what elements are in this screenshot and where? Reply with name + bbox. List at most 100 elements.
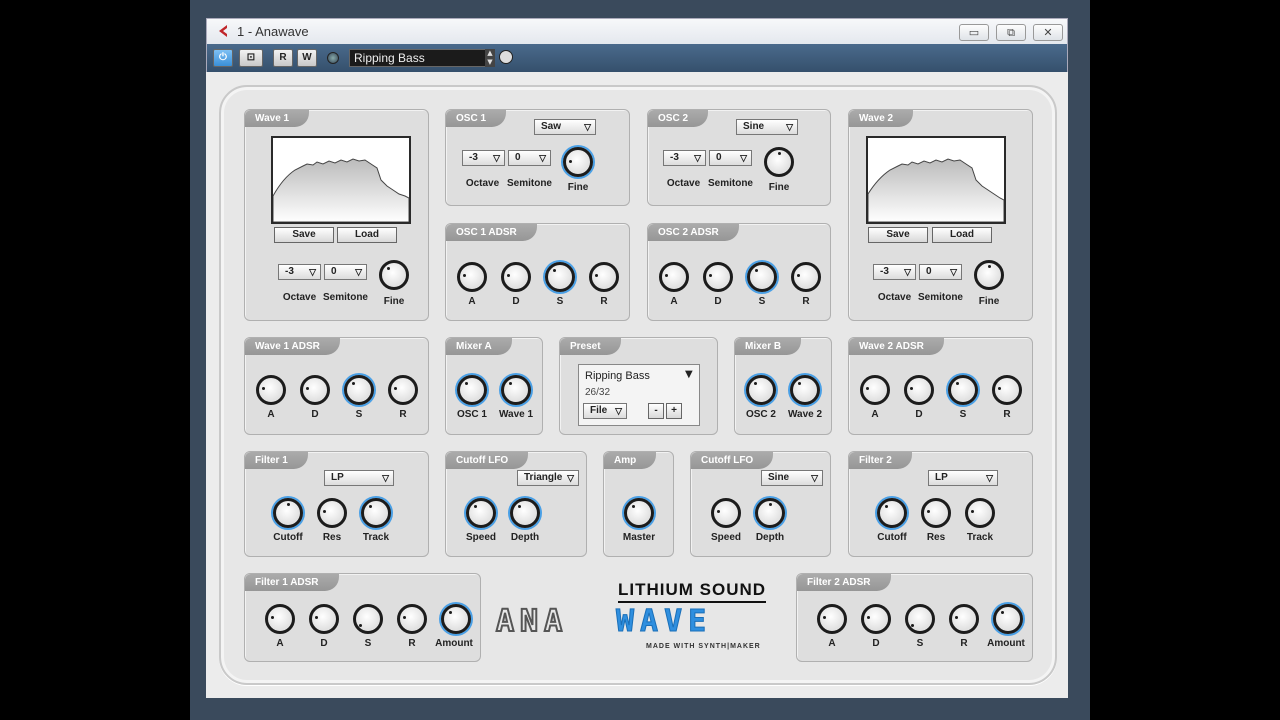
osc1-decay-knob[interactable] xyxy=(501,262,531,292)
filter2-type-dropdown[interactable]: LP ▽ xyxy=(928,470,998,486)
wave1-semitone-dropdown[interactable]: 0 ▽ xyxy=(324,264,367,280)
amp-master-knob[interactable] xyxy=(624,498,654,528)
osc2-shape-dropdown[interactable]: Sine ▽ xyxy=(736,119,798,135)
wave1-a-label: A xyxy=(267,409,275,420)
minimize-button[interactable]: ▭ xyxy=(959,24,989,41)
wave2-fine-knob[interactable] xyxy=(974,260,1004,290)
preset-selector[interactable]: Ripping Bass xyxy=(349,49,494,67)
filter1-release-knob[interactable] xyxy=(397,604,427,634)
chevron-down-icon[interactable]: ▼ xyxy=(685,369,693,380)
wave2-octave-label: Octave xyxy=(877,292,912,303)
filter1-cutoff-knob[interactable] xyxy=(273,498,303,528)
filter1-res-knob[interactable] xyxy=(317,498,347,528)
osc1-release-knob[interactable] xyxy=(589,262,619,292)
read-automation-button[interactable]: R xyxy=(273,49,293,67)
osc2-adsr-title: OSC 2 ADSR xyxy=(648,224,739,241)
filter2-attack-knob[interactable] xyxy=(817,604,847,634)
filter1-r-label: R xyxy=(408,638,416,649)
lfo2-shape-dropdown[interactable]: Sine ▽ xyxy=(761,470,823,486)
restore-icon: ⧉ xyxy=(1007,26,1015,39)
osc1-attack-knob[interactable] xyxy=(457,262,487,292)
preset-file-menu[interactable]: File ▽ xyxy=(583,403,627,419)
lfo1-panel: Cutoff LFO Triangle ▽ Speed Depth xyxy=(445,451,587,557)
filter1-panel: Filter 1 LP ▽ Cutoff Res Track xyxy=(244,451,429,557)
osc1-shape-dropdown[interactable]: Saw ▽ xyxy=(534,119,596,135)
wave1-r-label: R xyxy=(399,409,407,420)
restore-button[interactable]: ⧉ xyxy=(996,24,1026,41)
wave2-sustain-knob[interactable] xyxy=(948,375,978,405)
wave2-semitone-dropdown[interactable]: 0 ▽ xyxy=(919,264,962,280)
lfo2-panel: Cutoff LFO Sine ▽ Speed Depth xyxy=(690,451,831,557)
preset-browser-icon[interactable] xyxy=(499,50,513,64)
wave1-save-button[interactable]: Save xyxy=(274,227,334,243)
lfo1-depth-knob[interactable] xyxy=(510,498,540,528)
osc2-sustain-knob[interactable] xyxy=(747,262,777,292)
osc2-release-knob[interactable] xyxy=(791,262,821,292)
wave2-decay-knob[interactable] xyxy=(904,375,934,405)
filter2-res-knob[interactable] xyxy=(921,498,951,528)
mixer-a-wave1-knob[interactable] xyxy=(501,375,531,405)
filter2-cutoff-knob[interactable] xyxy=(877,498,907,528)
osc1-octave-dropdown[interactable]: -3 ▽ xyxy=(462,150,505,166)
wave2-save-button[interactable]: Save xyxy=(868,227,928,243)
wave1-fine-knob[interactable] xyxy=(379,260,409,290)
preset-next-button[interactable]: + xyxy=(666,403,682,419)
write-automation-button[interactable]: W xyxy=(297,49,317,67)
wave1-release-knob[interactable] xyxy=(388,375,418,405)
lfo2-speed-knob[interactable] xyxy=(711,498,741,528)
osc2-semitone-value: 0 xyxy=(716,152,722,163)
osc2-fine-knob[interactable] xyxy=(764,147,794,177)
filter1-amount-knob[interactable] xyxy=(441,604,471,634)
filter1-type-dropdown[interactable]: LP ▽ xyxy=(324,470,394,486)
filter2-r-label: R xyxy=(960,638,968,649)
preset-panel: Preset Ripping Bass ▼ 26/32 File ▽ - + xyxy=(559,337,718,435)
wave2-release-knob[interactable] xyxy=(992,375,1022,405)
window-titlebar[interactable]: 1 - Anawave ▭ ⧉ ✕ xyxy=(206,18,1068,44)
wave1-attack-knob[interactable] xyxy=(256,375,286,405)
mixer-b-wave2-knob[interactable] xyxy=(790,375,820,405)
lfo1-speed-knob[interactable] xyxy=(466,498,496,528)
osc1-semitone-dropdown[interactable]: 0 ▽ xyxy=(508,150,551,166)
wave1-octave-dropdown[interactable]: -3 ▽ xyxy=(278,264,321,280)
preset-name[interactable]: Ripping Bass xyxy=(585,370,650,382)
wave2-load-button[interactable]: Load xyxy=(932,227,992,243)
filter1-attack-knob[interactable] xyxy=(265,604,295,634)
mixer-b-osc2-knob[interactable] xyxy=(746,375,776,405)
filter1-sustain-knob[interactable] xyxy=(353,604,383,634)
wave2-a-label: A xyxy=(871,409,879,420)
wave1-load-button[interactable]: Load xyxy=(337,227,397,243)
bypass-icon: ⊡ xyxy=(246,52,256,63)
filter2-amount-knob[interactable] xyxy=(993,604,1023,634)
filter1-res-label: Res xyxy=(322,532,342,543)
power-button[interactable]: ⏻ xyxy=(213,49,233,67)
wave1-sustain-knob[interactable] xyxy=(344,375,374,405)
osc1-fine-knob[interactable] xyxy=(563,147,593,177)
wave2-adsr-title: Wave 2 ADSR xyxy=(849,338,944,355)
bypass-button[interactable]: ⊡ xyxy=(239,49,263,67)
wave2-attack-knob[interactable] xyxy=(860,375,890,405)
wave1-waveform xyxy=(272,158,410,223)
wave1-adsr-panel: Wave 1 ADSR A D S R xyxy=(244,337,429,435)
osc2-attack-knob[interactable] xyxy=(659,262,689,292)
wave2-octave-dropdown[interactable]: -3 ▽ xyxy=(873,264,916,280)
wave2-display[interactable] xyxy=(866,136,1006,224)
wave1-display[interactable] xyxy=(271,136,411,224)
filter2-decay-knob[interactable] xyxy=(861,604,891,634)
osc1-sustain-knob[interactable] xyxy=(545,262,575,292)
preset-prev-button[interactable]: - xyxy=(648,403,664,419)
lfo2-depth-knob[interactable] xyxy=(755,498,785,528)
mixer-a-osc1-knob[interactable] xyxy=(457,375,487,405)
wave1-decay-knob[interactable] xyxy=(300,375,330,405)
osc2-semitone-dropdown[interactable]: 0 ▽ xyxy=(709,150,752,166)
filter2-sustain-knob[interactable] xyxy=(905,604,935,634)
filter1-decay-knob[interactable] xyxy=(309,604,339,634)
lfo1-shape-dropdown[interactable]: Triangle ▽ xyxy=(517,470,579,486)
brand-logo-wave: WAVE xyxy=(615,604,713,640)
filter1-track-knob[interactable] xyxy=(361,498,391,528)
filter2-release-knob[interactable] xyxy=(949,604,979,634)
osc2-decay-knob[interactable] xyxy=(703,262,733,292)
preset-spinner[interactable]: ▲ ▼ xyxy=(485,49,495,67)
osc2-octave-dropdown[interactable]: -3 ▽ xyxy=(663,150,706,166)
filter2-track-knob[interactable] xyxy=(965,498,995,528)
close-button[interactable]: ✕ xyxy=(1033,24,1063,41)
